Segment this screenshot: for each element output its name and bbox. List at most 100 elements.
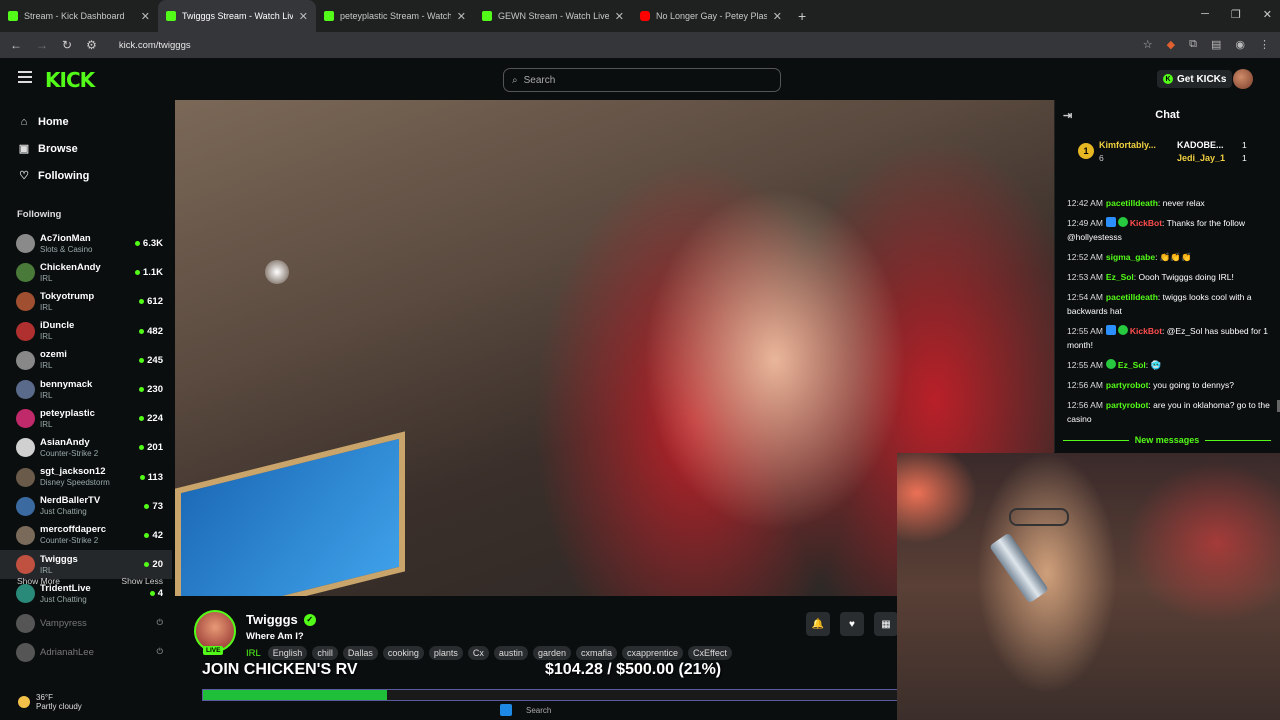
stream-tag[interactable]: cxmafia bbox=[575, 646, 617, 660]
channel-name: AdrianahLee bbox=[40, 646, 94, 658]
nav-item-browse[interactable]: ▣ Browse bbox=[0, 135, 172, 162]
message-username[interactable]: KickBot bbox=[1130, 326, 1162, 336]
message-text: 👏👏👏 bbox=[1159, 252, 1192, 262]
browser-tab[interactable]: Stream - Kick Dashboard ✕ bbox=[0, 0, 158, 32]
extensions-puzzle-icon[interactable]: ⧉ bbox=[1189, 38, 1197, 51]
site-info-icon[interactable]: ⚙ bbox=[86, 38, 97, 52]
stream-tag[interactable]: Dallas bbox=[342, 646, 378, 660]
new-messages-divider[interactable]: New messages bbox=[1063, 435, 1272, 445]
offline-icon: ⏻ bbox=[156, 618, 163, 628]
gifter-2-name[interactable]: KADOBE... bbox=[1177, 140, 1224, 150]
viewer-count: 245 bbox=[147, 354, 163, 366]
sidepanel-icon[interactable]: ▤ bbox=[1211, 38, 1221, 51]
sidebar-channel[interactable]: ozemi IRL 245 bbox=[0, 346, 172, 375]
sidebar-channel[interactable]: Tokyotrump IRL 612 bbox=[0, 287, 172, 316]
new-tab-button[interactable]: + bbox=[798, 8, 806, 24]
live-dot-icon bbox=[139, 474, 145, 480]
menu-hamburger-icon[interactable] bbox=[18, 71, 32, 83]
stream-tag[interactable]: plants bbox=[428, 646, 463, 660]
channel-avatar bbox=[16, 438, 35, 458]
close-window-icon[interactable]: ✕ bbox=[1263, 8, 1272, 21]
stream-tag[interactable]: English bbox=[267, 646, 308, 660]
streamer-name[interactable]: Twigggs bbox=[246, 612, 298, 627]
channel-name: AsianAndy bbox=[40, 436, 90, 448]
nav-item-following[interactable]: ♡ Following bbox=[0, 162, 172, 189]
message-username[interactable]: Ez_Sol bbox=[1118, 360, 1146, 370]
top-gifter-name[interactable]: Kimfortably... bbox=[1099, 140, 1156, 150]
gifter-3-name[interactable]: Jedi_Jay_1 bbox=[1177, 153, 1225, 163]
stream-tag[interactable]: cooking bbox=[382, 646, 424, 660]
forward-icon[interactable]: → bbox=[36, 38, 48, 52]
reload-icon[interactable]: ↻ bbox=[62, 38, 72, 52]
sidebar-channel-offline[interactable]: AdrianahLee ⏻ bbox=[0, 638, 172, 667]
nav-item-home[interactable]: ⌂ Home bbox=[0, 108, 172, 135]
window-controls: ─ ❐ ✕ bbox=[1201, 8, 1272, 21]
browser-tab[interactable]: GEWN Stream - Watch Live on ✕ bbox=[474, 0, 632, 32]
stream-tag[interactable]: CxEffect bbox=[688, 646, 732, 660]
kick-logo[interactable]: KICK bbox=[45, 68, 95, 92]
close-tab-icon[interactable]: ✕ bbox=[457, 10, 466, 23]
message-username[interactable]: partyrobot bbox=[1106, 400, 1149, 410]
sidebar-channel[interactable]: peteyplastic IRL 224 bbox=[0, 404, 172, 433]
message-text: 🥶 bbox=[1150, 360, 1162, 370]
profile-icon[interactable]: ◉ bbox=[1235, 38, 1245, 51]
sidebar-channel[interactable]: iDuncle IRL 482 bbox=[0, 317, 172, 346]
sidebar-channel[interactable]: Twigggs IRL 20 bbox=[0, 550, 172, 580]
gift-icon[interactable]: ▦ bbox=[874, 612, 898, 636]
extension-icon[interactable]: ◆ bbox=[1167, 38, 1175, 51]
sidebar-channel-offline[interactable]: Vampyress ⏻ bbox=[0, 608, 172, 637]
close-tab-icon[interactable]: ✕ bbox=[299, 10, 308, 23]
tab-title: No Longer Gay - Petey Plastic - bbox=[656, 11, 767, 21]
browser-tab[interactable]: peteyplastic Stream - Watch Live ✕ bbox=[316, 0, 474, 32]
sidebar-channel[interactable]: AsianAndy Counter-Strike 2 201 bbox=[0, 433, 172, 462]
channel-avatar bbox=[16, 292, 35, 312]
verified-badge-icon bbox=[1117, 217, 1128, 227]
browser-tab[interactable]: No Longer Gay - Petey Plastic - ✕ bbox=[632, 0, 790, 32]
weather-widget[interactable]: 36°F Partly cloudy bbox=[18, 693, 82, 711]
show-less-button[interactable]: Show Less bbox=[121, 576, 163, 586]
following-section-title: Following bbox=[17, 209, 62, 220]
get-kicks-button[interactable]: K Get KICKs bbox=[1157, 70, 1233, 88]
sidebar-channel[interactable]: mercoffdaperc Counter-Strike 2 42 bbox=[0, 521, 172, 550]
show-more-button[interactable]: Show More bbox=[17, 576, 60, 586]
message-username[interactable]: pacetilldeath bbox=[1106, 198, 1158, 208]
collapse-chat-icon[interactable]: ⇥ bbox=[1063, 109, 1072, 122]
kicks-coin-icon: K bbox=[1163, 74, 1173, 84]
windows-start-icon[interactable] bbox=[500, 704, 512, 716]
message-username[interactable]: KickBot bbox=[1130, 218, 1162, 228]
bookmark-star-icon[interactable]: ☆ bbox=[1143, 38, 1153, 51]
message-time: 12:53 AM bbox=[1067, 272, 1103, 282]
stream-tag[interactable]: garden bbox=[532, 646, 571, 660]
follow-heart-icon[interactable]: ♥ bbox=[840, 612, 864, 636]
stream-tag[interactable]: cxapprentice bbox=[622, 646, 684, 660]
stream-category[interactable]: IRL bbox=[246, 648, 261, 659]
stream-tag[interactable]: Cx bbox=[467, 646, 489, 660]
message-username[interactable]: partyrobot bbox=[1106, 380, 1149, 390]
close-tab-icon[interactable]: ✕ bbox=[773, 10, 782, 23]
menu-dots-icon[interactable]: ⋮ bbox=[1259, 38, 1270, 51]
stream-tag[interactable]: chill bbox=[312, 646, 338, 660]
sidebar-channel[interactable]: Ac7ionMan Slots & Casino 6.3K bbox=[0, 229, 172, 258]
live-dot-icon bbox=[139, 328, 145, 334]
notification-bell-icon[interactable]: 🔔 bbox=[806, 612, 830, 636]
taskbar-search[interactable]: Search bbox=[526, 706, 551, 715]
sidebar-channel[interactable]: bennymack IRL 230 bbox=[0, 375, 172, 404]
minimize-icon[interactable]: ─ bbox=[1201, 8, 1209, 21]
sidebar-channel[interactable]: sgt_jackson12 Disney Speedstorm 113 bbox=[0, 463, 172, 492]
back-icon[interactable]: ← bbox=[10, 38, 22, 52]
sidebar-channel[interactable]: ChickenAndy IRL 1.1K bbox=[0, 258, 172, 287]
maximize-icon[interactable]: ❐ bbox=[1231, 8, 1241, 21]
stream-tag[interactable]: austin bbox=[493, 646, 528, 660]
chat-message: 12:56 AM partyrobot: you going to dennys? bbox=[1067, 380, 1234, 390]
close-tab-icon[interactable]: ✕ bbox=[141, 10, 150, 23]
message-username[interactable]: pacetilldeath bbox=[1106, 292, 1158, 302]
live-dot-icon bbox=[139, 445, 145, 451]
browser-tab[interactable]: Twigggs Stream - Watch Live ✕ bbox=[158, 0, 316, 32]
message-username[interactable]: Ez_Sol bbox=[1106, 272, 1134, 282]
url-field[interactable]: kick.com/twigggs bbox=[119, 40, 191, 51]
close-tab-icon[interactable]: ✕ bbox=[615, 10, 624, 23]
user-avatar[interactable] bbox=[1233, 69, 1253, 89]
search-input[interactable]: ⌕ Search bbox=[503, 68, 781, 92]
sidebar-channel[interactable]: NerdBallerTV Just Chatting 73 bbox=[0, 492, 172, 521]
message-username[interactable]: sigma_gabe bbox=[1106, 252, 1155, 262]
